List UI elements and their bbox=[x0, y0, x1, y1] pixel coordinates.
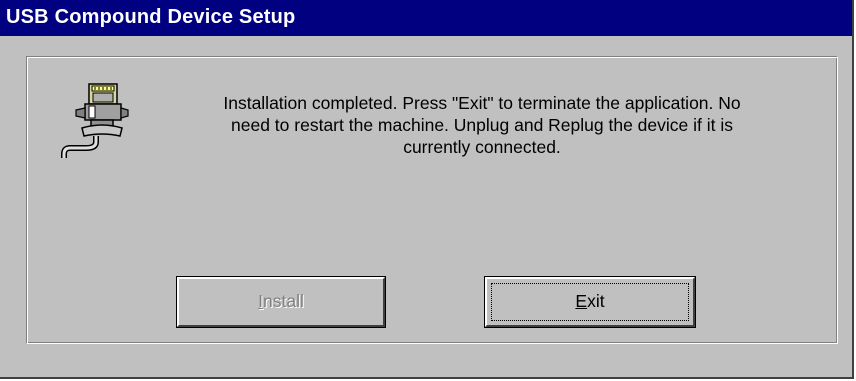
usb-device-icon bbox=[61, 83, 129, 158]
install-label-rest: nstall bbox=[263, 291, 304, 311]
install-button[interactable]: Install bbox=[176, 276, 386, 328]
exit-button-label: Exit bbox=[485, 291, 695, 312]
exit-label-rest: xit bbox=[587, 291, 605, 311]
exit-mnemonic: E bbox=[575, 291, 588, 311]
title-bar[interactable]: USB Compound Device Setup bbox=[0, 0, 852, 36]
setup-dialog-window: USB Compound Device Setup Installation c… bbox=[0, 0, 854, 379]
exit-button[interactable]: Exit bbox=[484, 276, 696, 328]
completion-message: Installation completed. Press "Exit" to … bbox=[223, 93, 741, 157]
window-title: USB Compound Device Setup bbox=[6, 6, 296, 28]
install-button-label: Install bbox=[177, 291, 385, 312]
